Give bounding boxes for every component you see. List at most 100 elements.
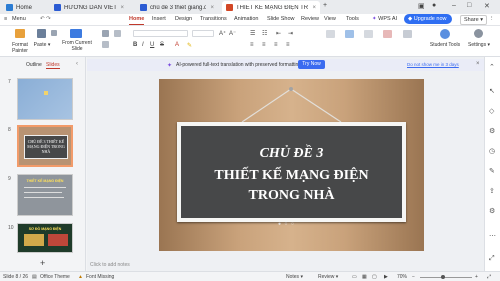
close-icon[interactable]: × [116,5,124,11]
align-right-icon[interactable]: ≡ [274,42,278,48]
close-window-icon[interactable]: ✕ [484,2,490,10]
title-board[interactable]: CHỦ ĐỀ 3 THIẾT KẾ MẠNG ĐIỆN TRONG NHÀ [177,122,406,222]
select-cursor-icon[interactable]: ↖ [489,87,495,95]
zoom-out-icon[interactable]: − [412,274,415,280]
font-name-select[interactable] [133,30,188,37]
slide-title-line-2[interactable]: TRONG NHÀ [181,188,402,204]
format-painter-icon[interactable] [15,29,25,38]
reading-view-icon[interactable]: ▢ [372,274,377,280]
history-icon[interactable]: ◷ [489,147,495,155]
textbox-icon[interactable] [364,30,373,38]
paste-icon[interactable] [37,29,46,38]
close-icon[interactable]: × [308,5,316,11]
student-tools-button[interactable]: Student Tools [428,42,462,48]
fit-window-icon[interactable]: ⤢ [487,274,491,280]
tab-outline[interactable]: Outline [26,62,42,68]
from-current-slide-icon[interactable] [70,29,82,38]
font-size-select[interactable] [192,30,214,37]
tab-document-1[interactable]: HƯỚNG DẪN VIẾT TIN.docx × [50,1,128,14]
more-icon[interactable]: ⋯ [489,232,496,240]
copy-icon[interactable] [51,30,57,36]
notes-button[interactable]: Notes ▾ [286,274,303,280]
settings-icon[interactable]: ⚙ [489,207,495,215]
numbering-icon[interactable]: ☷ [262,30,267,37]
menu-home[interactable]: Home [129,16,145,25]
bullets-icon[interactable]: ☰ [250,30,255,37]
sorter-view-icon[interactable]: ▦ [362,274,367,280]
highlight-icon[interactable]: ✎ [187,42,192,49]
slide-subtitle[interactable]: CHỦ ĐỀ 3 [181,146,402,162]
align-left-icon[interactable]: ≡ [250,42,254,48]
new-tab-icon[interactable]: + [323,2,327,9]
undo-icon[interactable]: ↶ ↷ [40,16,51,22]
from-current-slide-button[interactable]: From Current Slide [60,40,94,52]
zoom-level[interactable]: 70% [397,274,407,280]
slide-thumbnail[interactable] [17,78,73,120]
close-icon[interactable]: × [476,61,480,67]
find-icon[interactable] [403,30,412,38]
slide-thumbnail-selected[interactable]: CHỦ ĐỀ 3 THIẾT KẾ MẠNG ĐIỆN TRONG NHÀ [17,125,73,167]
tab-presentation[interactable]: THIẾT KẾ MẠNG ĐIỆN TRONG × [222,1,320,14]
indent-increase-icon[interactable]: ⇥ [288,30,293,37]
menu-transitions[interactable]: Transitions [200,16,227,22]
bold-icon[interactable]: B [133,42,137,48]
menu-insert[interactable]: Insert [152,16,166,22]
hamburger-icon[interactable]: ≡ [4,16,7,22]
format-painter-button[interactable]: Format Painter [6,42,34,54]
review-button[interactable]: Review ▾ [318,274,338,280]
theme-name[interactable]: Office Theme [40,274,70,280]
play-icon[interactable]: ▶ [384,274,388,280]
tab-slides[interactable]: Slides [46,62,60,69]
upgrade-button[interactable]: ◆ Upgrade now [404,14,452,24]
font-shrink-icon[interactable]: A⁻ [229,30,236,37]
close-icon[interactable]: × [206,5,214,11]
tab-document-2[interactable]: chủ đề 3 thiet giang.docx × [136,1,218,14]
font-missing[interactable]: Font Missing [86,274,114,280]
dismiss-link[interactable]: Do not show me in 3 days [407,62,459,67]
menu-view[interactable]: View [324,16,336,22]
maximize-icon[interactable]: □ [467,2,471,9]
shapes-icon[interactable] [326,30,335,38]
strikethrough-icon[interactable]: S [160,42,164,48]
indent-decrease-icon[interactable]: ⇤ [276,30,281,37]
slide-title-line-1[interactable]: THIẾT KẾ MẠNG ĐIỆN [181,168,402,184]
properties-icon[interactable]: ⚙ [489,127,495,135]
paste-button[interactable]: Paste ▾ [31,42,53,48]
menu-tools[interactable]: Tools [346,16,359,22]
layout-icon[interactable] [102,41,109,48]
share-icon[interactable]: ⇪ [489,187,495,195]
menu-animation[interactable]: Animation [234,16,258,22]
arrange-icon[interactable] [383,30,392,38]
student-tools-icon[interactable] [440,29,450,39]
comment-icon[interactable]: ✎ [489,167,495,175]
tab-home[interactable]: Home [2,1,40,14]
zoom-slider-handle[interactable] [441,275,445,279]
try-now-button[interactable]: Try Now [298,60,325,69]
zoom-slider[interactable] [420,277,472,278]
picture-icon[interactable] [345,30,354,38]
justify-icon[interactable]: ≡ [286,42,290,48]
main-menu-button[interactable]: Menu [12,16,26,22]
menu-wps-ai[interactable]: ✦ WPS AI [372,16,397,22]
menu-review[interactable]: Review [301,16,319,22]
share-button[interactable]: Share ▾ [460,15,487,25]
notes-placeholder[interactable]: Click to add notes [90,262,130,268]
align-center-icon[interactable]: ≡ [262,42,266,48]
italic-icon[interactable]: I [142,42,144,48]
slide-thumbnail[interactable]: THIẾT KẾ MẠNG ĐIỆN [17,174,73,216]
settings-button[interactable]: Settings ▾ [465,42,493,48]
zoom-in-icon[interactable]: + [475,274,478,280]
account-avatar[interactable]: ● [432,2,436,9]
normal-view-icon[interactable]: ▭ [352,274,357,280]
menu-design[interactable]: Design [175,16,192,22]
collapse-panel-icon[interactable]: ‹ [76,61,78,67]
shapes-icon[interactable]: ◇ [489,107,494,115]
more-icon[interactable]: ⋮ [489,16,495,22]
new-slide-icon[interactable] [102,30,109,37]
settings-icon[interactable] [474,29,483,38]
slide-thumbnail[interactable]: SƠ ĐỒ MẠNG ĐIỆN [17,223,73,253]
minimize-icon[interactable]: – [452,2,456,9]
menu-slide-show[interactable]: Slide Show [267,16,295,22]
fit-icon[interactable]: ⤢ [489,255,495,263]
underline-icon[interactable]: U [150,42,154,48]
